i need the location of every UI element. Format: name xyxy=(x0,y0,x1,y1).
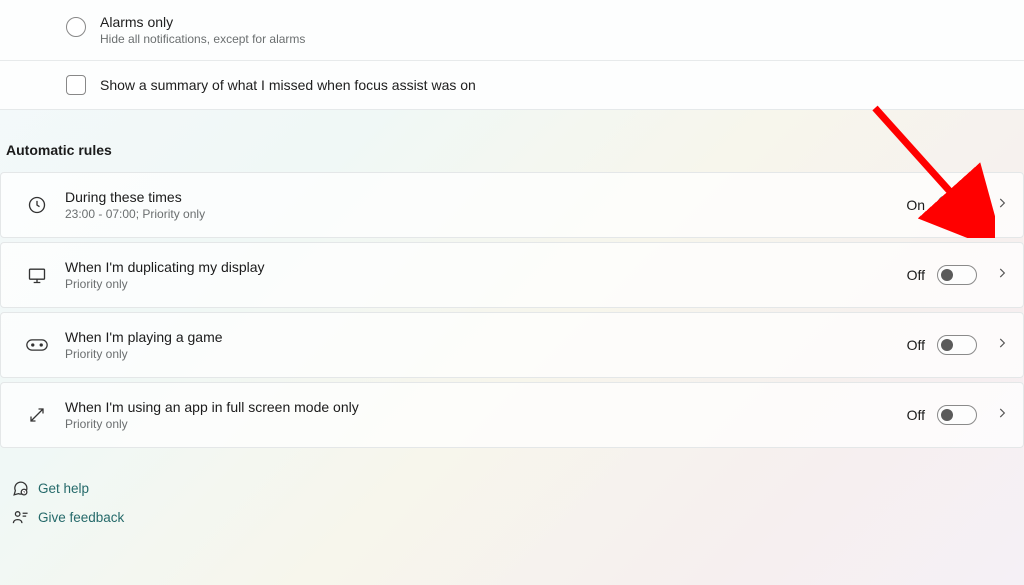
radio-icon[interactable] xyxy=(66,17,86,37)
rule-texts: When I'm duplicating my display Priority… xyxy=(65,259,907,291)
rule-title: During these times xyxy=(65,189,906,205)
chevron-right-icon[interactable] xyxy=(995,406,1009,425)
checkbox-icon[interactable] xyxy=(66,75,86,95)
toggle-state-label: Off xyxy=(907,337,925,353)
rule-title: When I'm using an app in full screen mod… xyxy=(65,399,907,415)
footer-links: ? Get help Give feedback xyxy=(0,448,1024,532)
chevron-right-icon[interactable] xyxy=(995,266,1009,285)
rule-subtitle: Priority only xyxy=(65,277,907,291)
rule-during-these-times[interactable]: During these times 23:00 - 07:00; Priori… xyxy=(0,172,1024,238)
toggle-state-label: On xyxy=(906,197,925,213)
toggle-switch[interactable] xyxy=(937,195,977,215)
rule-texts: When I'm using an app in full screen mod… xyxy=(65,399,907,431)
give-feedback-link[interactable]: Give feedback xyxy=(10,503,1024,532)
get-help-link[interactable]: ? Get help xyxy=(10,474,1024,503)
toggle-state-label: Off xyxy=(907,267,925,283)
toggle-state-label: Off xyxy=(907,407,925,423)
monitor-icon xyxy=(23,265,51,285)
option-title: Alarms only xyxy=(100,14,305,30)
summary-label: Show a summary of what I missed when foc… xyxy=(100,77,476,93)
get-help-label: Get help xyxy=(38,481,89,496)
focus-options-group: Alarms only Hide all notifications, exce… xyxy=(0,0,1024,110)
rule-texts: When I'm playing a game Priority only xyxy=(65,329,907,361)
chevron-right-icon[interactable] xyxy=(995,336,1009,355)
option-texts: Alarms only Hide all notifications, exce… xyxy=(100,14,305,46)
rule-subtitle: 23:00 - 07:00; Priority only xyxy=(65,207,906,221)
rule-title: When I'm playing a game xyxy=(65,329,907,345)
summary-checkbox-row[interactable]: Show a summary of what I missed when foc… xyxy=(0,61,1024,109)
gamepad-icon xyxy=(23,337,51,353)
toggle-switch[interactable] xyxy=(937,405,977,425)
option-subtitle: Hide all notifications, except for alarm… xyxy=(100,32,305,46)
rules-list: During these times 23:00 - 07:00; Priori… xyxy=(0,172,1024,448)
feedback-icon xyxy=(10,509,30,526)
rule-subtitle: Priority only xyxy=(65,347,907,361)
give-feedback-label: Give feedback xyxy=(38,510,124,525)
rule-playing-game[interactable]: When I'm playing a game Priority only Of… xyxy=(0,312,1024,378)
chevron-right-icon[interactable] xyxy=(995,196,1009,215)
toggle-switch[interactable] xyxy=(937,335,977,355)
help-icon: ? xyxy=(10,480,30,497)
clock-icon xyxy=(23,195,51,215)
rule-fullscreen-app[interactable]: When I'm using an app in full screen mod… xyxy=(0,382,1024,448)
rule-duplicating-display[interactable]: When I'm duplicating my display Priority… xyxy=(0,242,1024,308)
option-alarms-only[interactable]: Alarms only Hide all notifications, exce… xyxy=(0,0,1024,60)
expand-icon xyxy=(23,406,51,424)
section-heading-automatic-rules: Automatic rules xyxy=(0,110,1024,172)
rule-subtitle: Priority only xyxy=(65,417,907,431)
rule-texts: During these times 23:00 - 07:00; Priori… xyxy=(65,189,906,221)
toggle-switch[interactable] xyxy=(937,265,977,285)
rule-title: When I'm duplicating my display xyxy=(65,259,907,275)
